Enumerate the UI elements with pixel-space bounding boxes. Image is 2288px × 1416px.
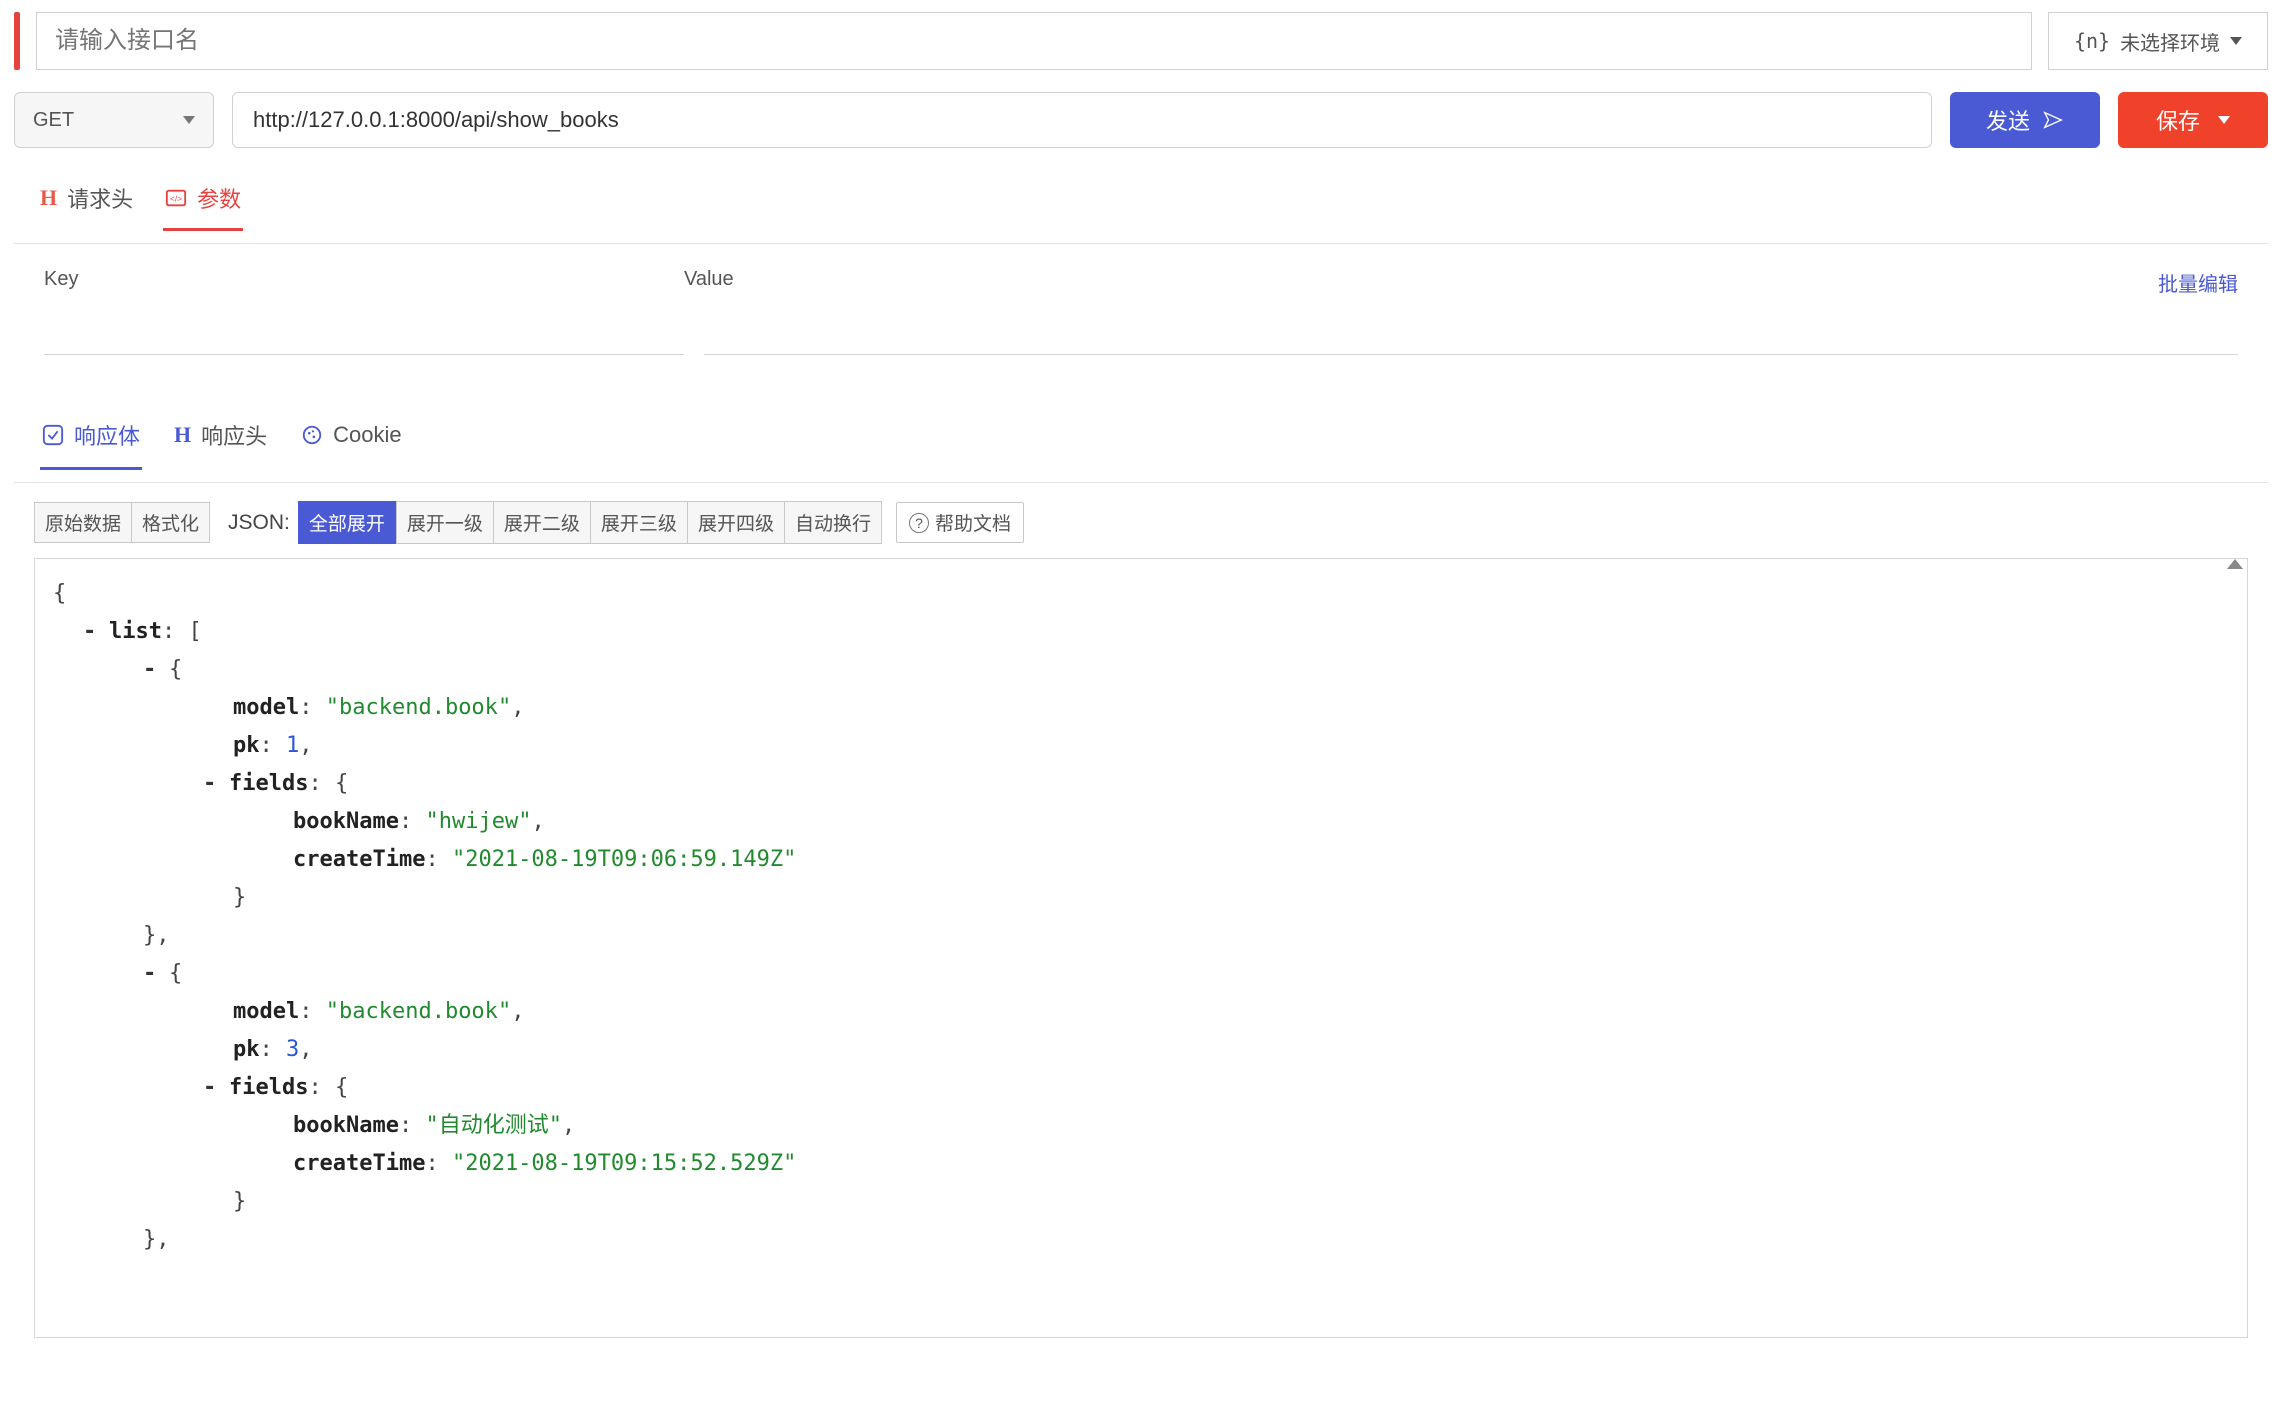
expand-level-4-button[interactable]: 展开四级 [688,501,785,544]
tab-response-body[interactable]: 响应体 [40,413,142,470]
collapse-toggle[interactable]: - [143,955,163,993]
collapse-toggle[interactable]: - [83,613,103,651]
tab-label: 响应体 [74,419,140,451]
api-name-input[interactable] [36,12,2032,70]
tab-label: Cookie [333,422,401,448]
collapse-toggle[interactable]: - [203,1069,223,1107]
send-button[interactable]: 发送 [1950,92,2100,148]
cookie-icon [301,424,323,446]
save-button[interactable]: 保存 [2118,92,2268,148]
response-json-viewer[interactable]: { -list: [ -{ model: "backend.book", pk:… [34,558,2248,1338]
collapse-toggle[interactable]: - [203,765,223,803]
expand-level-3-button[interactable]: 展开三级 [591,501,688,544]
headers-icon: H [174,422,191,448]
expand-level-1-button[interactable]: 展开一级 [396,501,494,544]
collapse-toggle[interactable]: - [143,651,163,689]
tab-label: 请求头 [67,182,133,214]
chevron-down-icon [183,116,195,124]
expand-all-button[interactable]: 全部展开 [298,501,396,544]
send-icon [2042,109,2064,131]
tab-response-headers[interactable]: H 响应头 [172,413,269,470]
json-label: JSON: [228,511,290,535]
column-header-value: Value [684,268,2158,297]
tab-label: 响应头 [201,419,267,451]
accent-bar [14,12,20,70]
help-label: 帮助文档 [935,509,1011,536]
environment-select[interactable]: {n} 未选择环境 [2048,12,2268,70]
url-input[interactable] [232,92,1932,148]
param-key-input[interactable] [44,309,684,355]
format-button[interactable]: 格式化 [132,502,210,543]
check-icon [42,424,64,446]
tab-request-headers[interactable]: H 请求头 [38,176,135,231]
question-icon: ? [909,513,929,533]
tab-label: 参数 [197,182,241,214]
env-label: 未选择环境 [2120,27,2220,56]
http-method-label: GET [33,109,74,132]
help-doc-button[interactable]: ? 帮助文档 [896,502,1024,543]
save-label: 保存 [2156,104,2200,136]
env-prefix: {n} [2074,29,2110,53]
params-icon: </> [165,187,187,209]
expand-level-2-button[interactable]: 展开二级 [494,501,591,544]
headers-icon: H [40,185,57,211]
scroll-up-icon[interactable] [2231,559,2243,571]
chevron-down-icon [2218,116,2230,124]
param-value-input[interactable] [704,309,2238,355]
raw-data-button[interactable]: 原始数据 [34,502,132,543]
chevron-down-icon [2230,37,2242,45]
svg-text:</>: </> [170,195,182,204]
word-wrap-button[interactable]: 自动换行 [785,501,882,544]
column-header-key: Key [44,268,684,297]
send-label: 发送 [1986,104,2030,136]
http-method-select[interactable]: GET [14,92,214,148]
tab-request-params[interactable]: </> 参数 [163,176,243,231]
tab-response-cookie[interactable]: Cookie [299,413,403,470]
bulk-edit-link[interactable]: 批量编辑 [2158,268,2238,297]
